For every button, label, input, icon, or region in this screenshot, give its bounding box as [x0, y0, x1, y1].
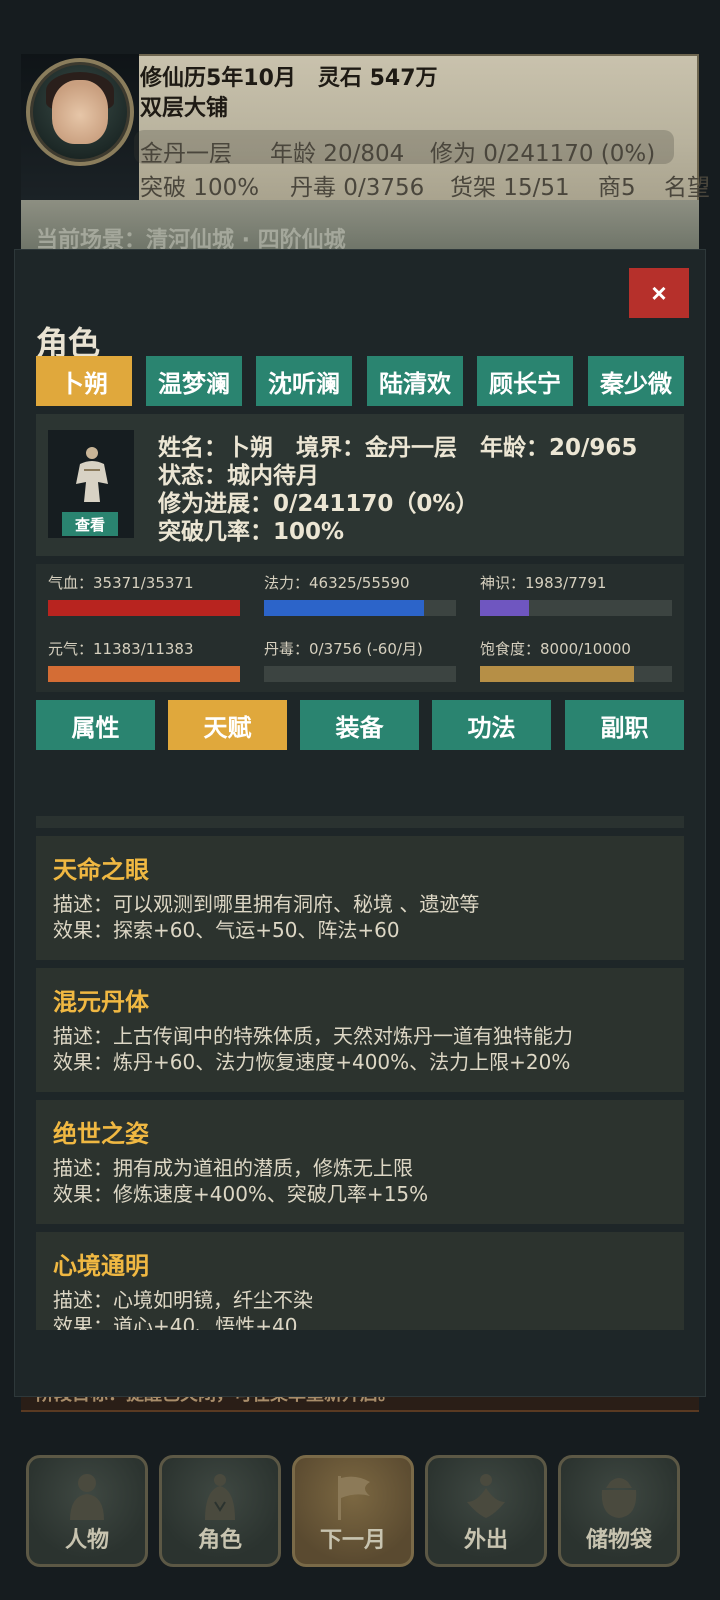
talent-effect: 效果：修炼速度+400%、突破几率+15% — [53, 1182, 429, 1206]
hud-poison: 丹毒 0/3756 — [290, 175, 425, 201]
nav-outing-button[interactable]: 外出 — [425, 1455, 547, 1567]
character-tab[interactable]: 沈听澜 — [256, 356, 352, 406]
hud-shelf: 货架 15/51 — [450, 175, 570, 201]
stat-bar — [264, 666, 456, 682]
stat-bar — [264, 600, 456, 616]
character-tab[interactable]: 卜朔 — [36, 356, 132, 406]
hud-date-stones: 修仙历5年10月 灵石 547万 — [140, 66, 438, 91]
player-avatar[interactable] — [26, 58, 134, 166]
nav-label: 储物袋 — [585, 1528, 652, 1553]
talent-description: 描述：拥有成为道祖的潜质，修炼无上限 — [53, 1156, 413, 1180]
hud-fame: 名望 — [664, 175, 710, 201]
talent-effect: 效果：道心+40、悟性+40 — [53, 1314, 298, 1330]
hud-cultivation: 修为 0/241170 (0%) — [430, 141, 656, 167]
talent-effect: 效果：炼丹+60、法力恢复速度+400%、法力上限+20% — [53, 1050, 571, 1074]
hud-age: 年龄 20/804 — [270, 141, 405, 167]
hud-breakthrough: 突破 100% — [140, 175, 260, 201]
bag-icon — [601, 1478, 637, 1518]
talent-list[interactable]: 天命之眼 描述：可以观测到哪里拥有洞府、秘境 、遗迹等 效果：探索+60、气运+… — [36, 816, 684, 1330]
talent-description: 描述：心境如明镜，纤尘不染 — [53, 1288, 313, 1312]
cultivator-figure-icon — [76, 447, 108, 502]
nav-label: 外出 — [463, 1528, 508, 1553]
stat-label: 饱食度：8000/10000 — [480, 640, 631, 658]
hud-merchant: 商5 — [598, 175, 636, 201]
tab-side-jobs[interactable]: 副职 — [565, 700, 684, 750]
stat-bar — [480, 666, 672, 682]
stat-bar — [48, 600, 240, 616]
talent-card: 绝世之姿 描述：拥有成为道祖的潜质，修炼无上限 效果：修炼速度+400%、突破几… — [36, 1100, 684, 1224]
person-icon — [70, 1474, 104, 1520]
stat-label: 丹毒：0/3756 (-60/月) — [264, 640, 423, 658]
stat-label: 神识：1983/7791 — [480, 574, 607, 592]
nav-label: 角色 — [197, 1528, 242, 1553]
talent-card: 混元丹体 描述：上古传闻中的特殊体质，天然对炼丹一道有独特能力 效果：炼丹+60… — [36, 968, 684, 1092]
info-breakthrough-rate: 突破几率：100% — [158, 519, 345, 545]
nav-storage-bag-button[interactable]: 储物袋 — [558, 1455, 680, 1567]
tab-attributes[interactable]: 属性 — [36, 700, 155, 750]
stat-bar — [480, 600, 672, 616]
character-tab[interactable]: 秦少微 — [588, 356, 684, 406]
close-button[interactable]: × — [629, 268, 689, 318]
character-tab[interactable]: 顾长宁 — [477, 356, 573, 406]
nav-label: 人物 — [64, 1528, 109, 1553]
lotus-icon — [467, 1474, 505, 1518]
talent-name: 混元丹体 — [53, 988, 149, 1016]
stat-label: 气血：35371/35371 — [48, 574, 194, 592]
stat-label: 元气：11383/11383 — [48, 640, 194, 658]
talent-name: 绝世之姿 — [53, 1120, 149, 1148]
avatar-face — [52, 80, 108, 144]
talent-name: 心境通明 — [53, 1252, 149, 1280]
flag-icon — [338, 1476, 370, 1520]
hud-shop-name: 双层大铺 — [140, 96, 229, 121]
character-tab[interactable]: 陆清欢 — [367, 356, 463, 406]
tab-equipment[interactable]: 装备 — [300, 700, 419, 750]
nav-label: 下一月 — [319, 1528, 386, 1553]
robe-icon — [205, 1474, 235, 1520]
tab-techniques[interactable]: 功法 — [432, 700, 551, 750]
nav-next-month-button[interactable]: 下一月 — [292, 1455, 414, 1567]
talent-effect: 效果：探索+60、气运+50、阵法+60 — [53, 918, 400, 942]
nav-role-button[interactable]: 角色 — [159, 1455, 281, 1567]
stat-label: 法力：46325/55590 — [264, 574, 410, 592]
talent-description: 描述：上古传闻中的特殊体质，天然对炼丹一道有独特能力 — [53, 1024, 573, 1048]
hud-realm: 金丹一层 — [140, 141, 232, 167]
talent-description: 描述：可以观测到哪里拥有洞府、秘境 、遗迹等 — [53, 892, 480, 916]
tab-talents[interactable]: 天赋 — [168, 700, 287, 750]
stat-bar — [48, 666, 240, 682]
character-tab[interactable]: 温梦澜 — [146, 356, 242, 406]
talent-name: 天命之眼 — [53, 856, 149, 884]
view-button[interactable]: 查看 — [62, 512, 118, 536]
talent-card: 天命之眼 描述：可以观测到哪里拥有洞府、秘境 、遗迹等 效果：探索+60、气运+… — [36, 836, 684, 960]
nav-person-button[interactable]: 人物 — [26, 1455, 148, 1567]
talent-card: 心境通明 描述：心境如明镜，纤尘不染 效果：道心+40、悟性+40 — [36, 1232, 684, 1330]
